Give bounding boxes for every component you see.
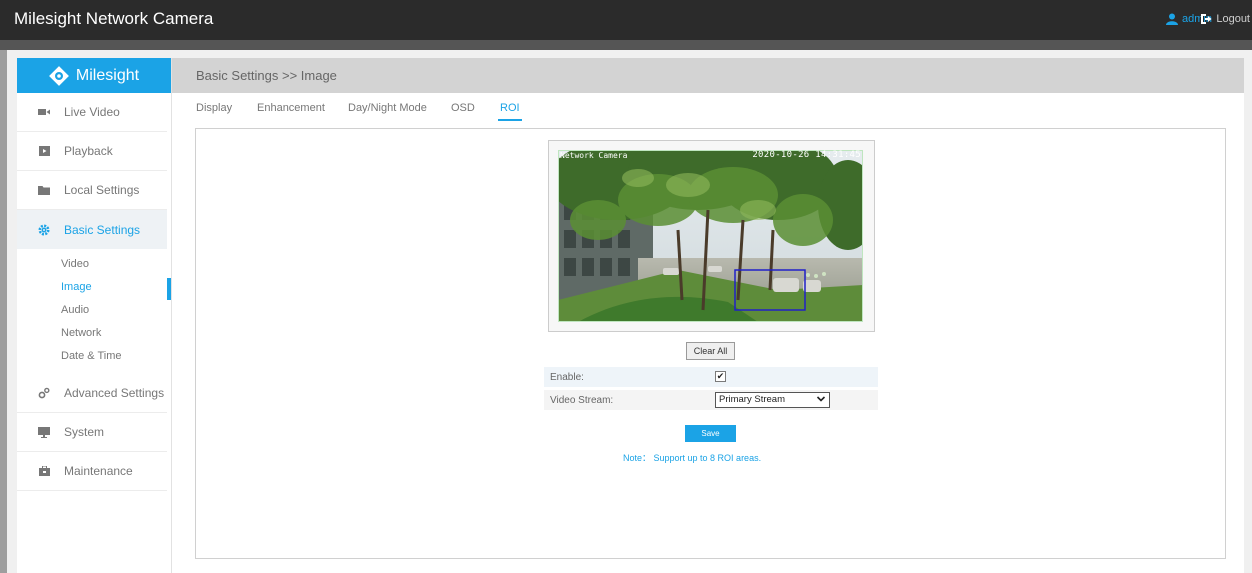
osd-camera-name: Network Camera: [560, 151, 628, 160]
playback-icon: [38, 145, 50, 157]
user-icon: [1166, 13, 1179, 25]
video-camera-icon: [38, 106, 50, 118]
tab-bar: Display Enhancement Day/Night Mode OSD R…: [172, 93, 1244, 125]
logout-icon: [1201, 14, 1212, 24]
submenu-item-audio[interactable]: Audio: [17, 299, 171, 322]
tab-enhancement[interactable]: Enhancement: [257, 102, 325, 114]
clear-all-button[interactable]: Clear All: [686, 342, 735, 360]
sidebar-item-label: Advanced Settings: [64, 386, 165, 400]
tab-roi[interactable]: ROI: [498, 102, 522, 121]
video-preview[interactable]: Network Camera 2020-10-26 14:31:45: [558, 150, 863, 322]
app-title: Milesight Network Camera: [14, 9, 214, 28]
video-stream-select[interactable]: Primary Stream: [715, 392, 830, 408]
tab-osd[interactable]: OSD: [451, 102, 475, 114]
sidebar-item-playback[interactable]: Playback: [17, 132, 167, 171]
sidebar-item-label: Live Video: [64, 105, 120, 119]
sidebar-item-live-video[interactable]: Live Video: [17, 93, 167, 132]
milesight-logo-icon: [49, 65, 69, 86]
sidebar-item-label: Basic Settings: [64, 222, 141, 237]
top-bar: Milesight Network Camera admin Logout: [0, 0, 1252, 40]
sidebar-item-label: System: [64, 425, 105, 439]
breadcrumb-text: Basic Settings >> Image: [196, 68, 337, 83]
sidebar-item-local-settings[interactable]: Local Settings: [17, 171, 167, 210]
header-strip: [0, 40, 1252, 50]
gears-icon: [38, 387, 50, 399]
roi-note: Note： Support up to 8 ROI areas.: [623, 453, 762, 463]
enable-row: Enable: ✔: [544, 367, 878, 387]
video-stream-label: Video Stream:: [550, 395, 614, 406]
submenu-item-video[interactable]: Video: [17, 253, 171, 276]
video-stream-row: Video Stream: Primary Stream: [544, 390, 878, 410]
chevron-down-icon: [816, 396, 826, 402]
sidebar-item-label: Playback: [64, 144, 113, 158]
breadcrumb: Basic Settings >> Image: [172, 58, 1244, 93]
sidebar-item-label: Maintenance: [64, 464, 133, 478]
sidebar-item-advanced-settings[interactable]: Advanced Settings: [17, 374, 167, 413]
logout-button[interactable]: Logout: [1200, 13, 1250, 25]
enable-label: Enable:: [550, 372, 584, 383]
sidebar-item-label: Local Settings: [64, 183, 140, 197]
toolbox-icon: [38, 465, 50, 477]
folder-icon: [38, 184, 50, 196]
submenu-item-image[interactable]: Image: [17, 276, 171, 300]
submenu-item-date-time[interactable]: Date & Time: [17, 345, 171, 368]
tab-display[interactable]: Display: [196, 102, 232, 114]
logo-text: Milesight: [75, 66, 140, 84]
basic-settings-submenu: Video Image Audio Network Date & Time: [17, 249, 171, 374]
sidebar-item-system[interactable]: System: [17, 413, 167, 452]
monitor-icon: [38, 426, 50, 438]
sidebar: Milesight Live Video Playback Local Sett…: [17, 58, 172, 573]
tab-day-night-mode[interactable]: Day/Night Mode: [348, 102, 427, 114]
submenu-item-network[interactable]: Network: [17, 322, 171, 345]
osd-datetime: 2020-10-26 14:31:45: [752, 150, 861, 160]
enable-checkbox[interactable]: ✔: [715, 371, 726, 382]
video-stream-value: Primary Stream: [719, 394, 785, 405]
logo: Milesight: [17, 58, 171, 93]
camera-scene: [558, 150, 863, 322]
gear-icon: [38, 224, 50, 236]
page-edge: [0, 50, 7, 573]
save-button[interactable]: Save: [685, 425, 736, 442]
sidebar-item-maintenance[interactable]: Maintenance: [17, 452, 167, 491]
sidebar-item-basic-settings[interactable]: Basic Settings: [17, 210, 167, 249]
logout-label[interactable]: Logout: [1216, 13, 1250, 25]
